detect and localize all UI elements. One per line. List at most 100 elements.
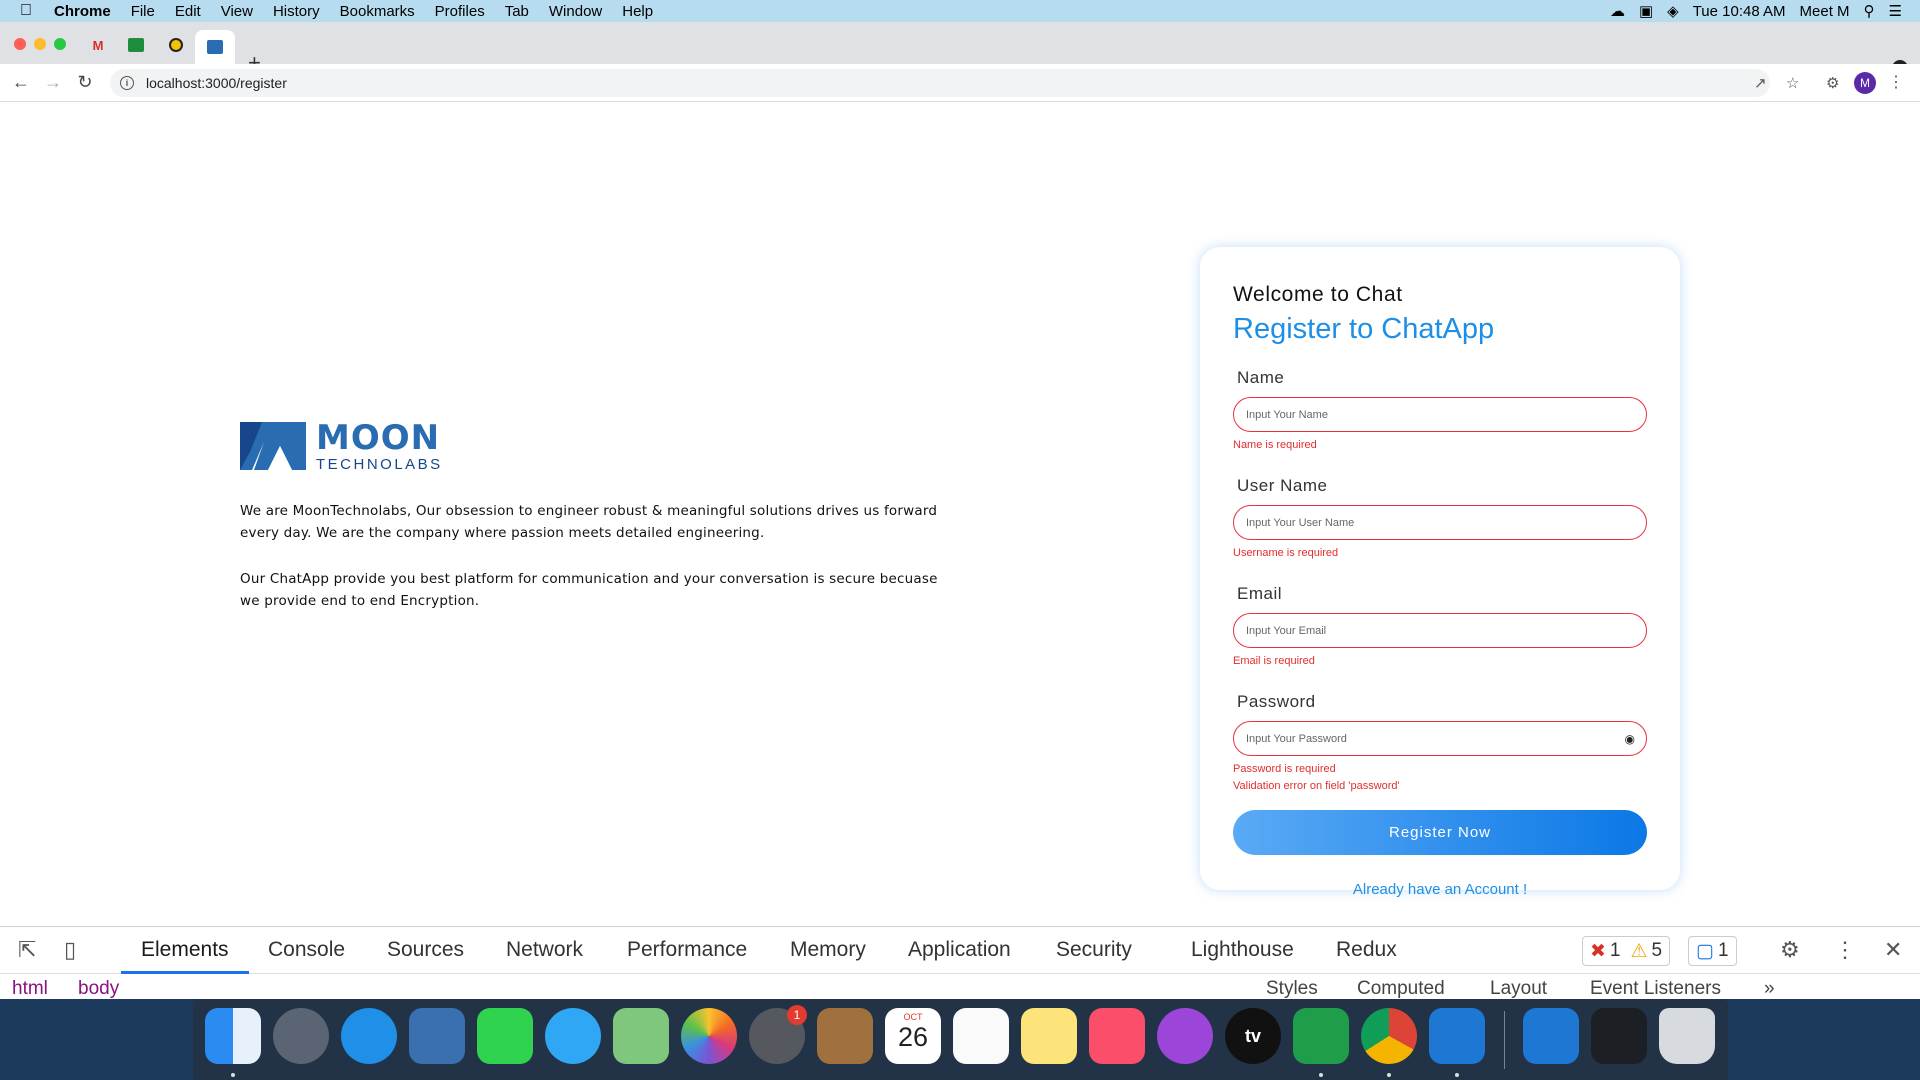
menu-bookmarks[interactable]: Bookmarks xyxy=(340,3,415,20)
password-label: Password xyxy=(1237,692,1316,711)
devtools-close-icon[interactable]: ✕ xyxy=(1884,937,1902,963)
launchpad-icon[interactable] xyxy=(273,1008,329,1064)
devtools-tab-network[interactable]: Network xyxy=(506,938,583,962)
contacts-icon[interactable] xyxy=(817,1008,873,1064)
terminal-window-icon[interactable] xyxy=(1591,1008,1647,1064)
username-label: User Name xyxy=(1237,476,1328,495)
tab-extension[interactable] xyxy=(158,32,194,58)
devtools-tab-application[interactable]: Application xyxy=(908,938,1011,962)
more-tabs-chevron-icon[interactable]: » xyxy=(1764,978,1775,999)
google-chat-app-icon[interactable] xyxy=(1293,1008,1349,1064)
device-toolbar-icon[interactable]: ▯ xyxy=(64,937,76,963)
vscode-icon[interactable] xyxy=(1429,1008,1485,1064)
tab-gmail[interactable]: M xyxy=(80,32,116,58)
menu-app-name[interactable]: Chrome xyxy=(54,3,111,20)
tab-chat[interactable] xyxy=(118,32,154,58)
devtools-more-icon[interactable]: ⋮ xyxy=(1834,937,1856,963)
extensions-icon[interactable]: ⚙ xyxy=(1826,74,1839,92)
chrome-icon[interactable] xyxy=(1361,1008,1417,1064)
error-icon: ✖ xyxy=(1590,940,1606,962)
maps-icon[interactable] xyxy=(613,1008,669,1064)
control-center-icon[interactable]: ☰ xyxy=(1889,2,1902,20)
password-input[interactable] xyxy=(1246,732,1646,745)
devtools-tab-performance[interactable]: Performance xyxy=(627,938,747,962)
menu-tab[interactable]: Tab xyxy=(505,3,529,20)
clock[interactable]: Tue 10:48 AM xyxy=(1693,3,1786,20)
computed-tab[interactable]: Computed xyxy=(1357,978,1445,999)
url-text[interactable]: localhost:3000/register xyxy=(146,75,287,91)
forward-button[interactable]: → xyxy=(42,72,64,93)
menu-help[interactable]: Help xyxy=(622,3,653,20)
share-icon[interactable]: ↗ xyxy=(1754,74,1767,92)
trash-icon[interactable] xyxy=(1659,1008,1715,1064)
menu-profiles[interactable]: Profiles xyxy=(435,3,485,20)
calendar-icon[interactable]: OCT 26 xyxy=(885,1008,941,1064)
close-window-button[interactable] xyxy=(14,38,26,50)
layout-tab[interactable]: Layout xyxy=(1490,978,1547,999)
name-input[interactable] xyxy=(1246,408,1646,421)
menu-window[interactable]: Window xyxy=(549,3,602,20)
reload-button[interactable]: ↻ xyxy=(74,72,96,93)
email-input-wrapper xyxy=(1233,613,1647,648)
minimize-window-button[interactable] xyxy=(34,38,46,50)
macos-dock: 1 OCT 26 tv xyxy=(193,999,1728,1080)
breadcrumb-html[interactable]: html xyxy=(12,978,48,999)
tab-register[interactable] xyxy=(195,30,235,64)
smiley-icon xyxy=(169,38,183,52)
address-bar[interactable]: i localhost:3000/register xyxy=(110,69,1770,97)
menu-edit[interactable]: Edit xyxy=(175,3,201,20)
facetime-icon[interactable] xyxy=(477,1008,533,1064)
eye-off-icon[interactable]: ◉ xyxy=(1625,732,1635,746)
notes-icon[interactable] xyxy=(1021,1008,1077,1064)
error-count: 1 xyxy=(1609,940,1621,961)
finder-icon[interactable] xyxy=(205,1008,261,1064)
menu-file[interactable]: File xyxy=(131,3,155,20)
site-info-icon[interactable]: i xyxy=(120,76,134,90)
zoom-window-button[interactable] xyxy=(54,38,66,50)
music-icon[interactable] xyxy=(1089,1008,1145,1064)
devtools-tab-elements[interactable]: Elements xyxy=(141,938,229,962)
user-name[interactable]: Meet M xyxy=(1800,3,1850,20)
mail-icon[interactable] xyxy=(409,1008,465,1064)
apple-tv-icon[interactable]: tv xyxy=(1225,1008,1281,1064)
devtools-panel: ⇱ ▯ Elements Console Sources Network Per… xyxy=(0,926,1920,999)
safari-icon[interactable] xyxy=(341,1008,397,1064)
email-input[interactable] xyxy=(1246,624,1646,637)
logo-word-moon: MOON xyxy=(316,417,441,458)
devtools-tab-sources[interactable]: Sources xyxy=(387,938,464,962)
devtools-tab-memory[interactable]: Memory xyxy=(790,938,866,962)
messages-counter[interactable]: ▢ 1 xyxy=(1688,936,1737,966)
reminders-icon[interactable] xyxy=(953,1008,1009,1064)
photos-icon[interactable] xyxy=(681,1008,737,1064)
moon-logo: MOON TECHNOLABS xyxy=(240,420,960,472)
devtools-tab-redux[interactable]: Redux xyxy=(1336,938,1397,962)
event-listeners-tab[interactable]: Event Listeners xyxy=(1590,978,1721,999)
issues-counter[interactable]: ✖ 1 ⚠ 5 xyxy=(1582,936,1671,966)
register-now-button[interactable]: Register Now xyxy=(1233,810,1647,855)
devtools-tab-security[interactable]: Security xyxy=(1056,938,1132,962)
menu-view[interactable]: View xyxy=(221,3,253,20)
bookmark-star-icon[interactable]: ☆ xyxy=(1786,74,1799,92)
apple-icon[interactable]:  xyxy=(20,2,42,20)
wifi-icon[interactable]: ◈ xyxy=(1667,2,1679,20)
vscode-recent-icon[interactable] xyxy=(1523,1008,1579,1064)
spotlight-icon[interactable]: ⚲ xyxy=(1864,2,1875,20)
podcasts-icon[interactable] xyxy=(1157,1008,1213,1064)
already-have-account-link[interactable]: Already have an Account ! xyxy=(1233,881,1647,898)
chrome-menu-icon[interactable]: ⋮ xyxy=(1888,72,1904,92)
devtools-settings-icon[interactable]: ⚙ xyxy=(1780,937,1800,963)
profile-avatar[interactable]: M xyxy=(1854,72,1876,94)
screen-icon[interactable]: ▣ xyxy=(1639,2,1653,20)
macos-menu-bar:  Chrome File Edit View History Bookmark… xyxy=(0,0,1920,22)
styles-tab[interactable]: Styles xyxy=(1266,978,1318,999)
inspect-element-icon[interactable]: ⇱ xyxy=(18,937,36,963)
breadcrumb-body[interactable]: body xyxy=(78,978,119,999)
cloud-icon[interactable]: ☁ xyxy=(1610,2,1625,20)
username-input[interactable] xyxy=(1246,516,1646,529)
back-button[interactable]: ← xyxy=(10,72,32,93)
menu-history[interactable]: History xyxy=(273,3,320,20)
devtools-tab-console[interactable]: Console xyxy=(268,938,345,962)
google-chat-icon xyxy=(128,38,144,52)
devtools-tab-lighthouse[interactable]: Lighthouse xyxy=(1191,938,1294,962)
messages-icon[interactable] xyxy=(545,1008,601,1064)
